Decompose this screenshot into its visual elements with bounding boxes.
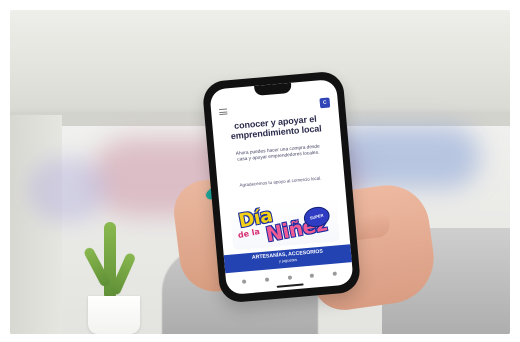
photo-frame: C conocer y apoyar el emprendimiento loc… (10, 10, 510, 334)
bottom-nav-item-3[interactable] (279, 274, 299, 281)
promo-card[interactable]: Día de la Niñez SUPER (229, 196, 340, 251)
blurred-blue-background (330, 126, 480, 188)
hero-body-secondary: Agradecemos tu apoyo al comercio local. (239, 175, 322, 188)
nav-dot-icon (332, 271, 337, 276)
nav-dot-icon (264, 276, 269, 282)
left-wall (10, 115, 62, 334)
hero-body: Ahora puedes hacer una compra desde casa… (235, 144, 321, 163)
bottom-nav-item-4[interactable] (302, 272, 322, 279)
plant-pot (88, 296, 140, 334)
nav-dot-icon (241, 278, 247, 284)
nav-dot-icon (309, 273, 315, 278)
photo-scene: C conocer y apoyar el emprendimiento loc… (0, 0, 520, 342)
blurred-lilac-background (28, 158, 106, 222)
promo-word-mid: de la (237, 226, 261, 241)
site-badge: C (319, 97, 331, 109)
bottom-nav-item-5[interactable] (325, 270, 345, 277)
menu-icon[interactable] (219, 108, 228, 115)
smartphone: C conocer y apoyar el emprendimiento loc… (201, 70, 362, 304)
bottom-nav-item-1[interactable] (234, 278, 254, 285)
nav-dot-icon (287, 274, 292, 280)
bottom-nav-item-2[interactable] (257, 276, 277, 283)
hero-title: conocer y apoyar el emprendimiento local (230, 113, 322, 142)
phone-screen: C conocer y apoyar el emprendimiento loc… (209, 78, 354, 296)
